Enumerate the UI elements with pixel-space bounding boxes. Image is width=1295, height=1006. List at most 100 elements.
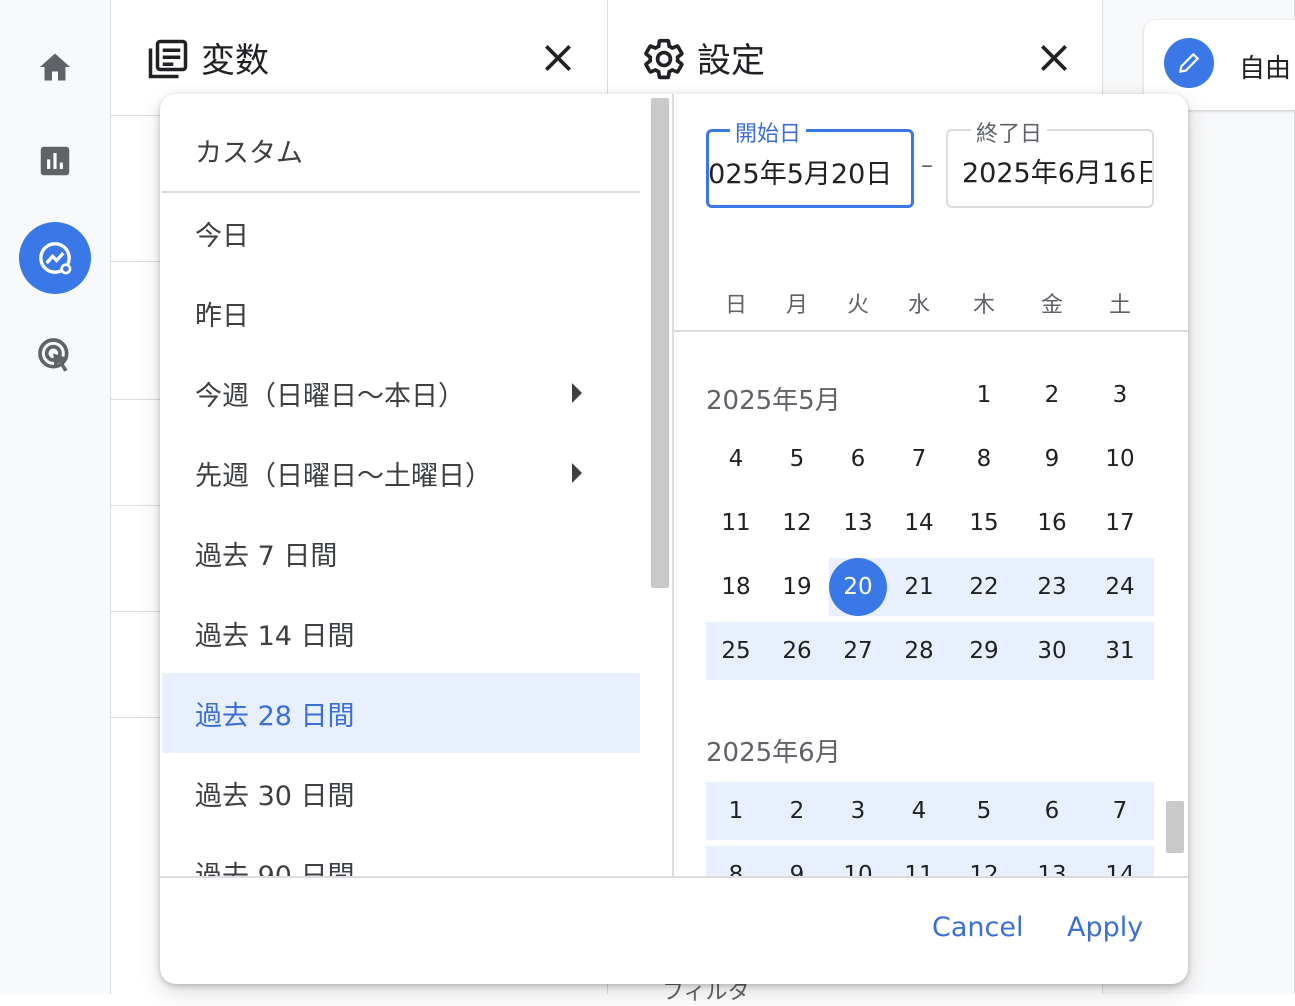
- preset-item[interactable]: 昨日: [162, 273, 640, 353]
- footer-divider: [160, 876, 1188, 878]
- day-cell[interactable]: 3: [829, 782, 887, 840]
- day-cell[interactable]: 16: [1023, 494, 1081, 552]
- advertising-icon[interactable]: [19, 319, 91, 391]
- day-cell[interactable]: 10: [829, 846, 887, 876]
- divider: [111, 611, 161, 612]
- preset-scrollbar[interactable]: [651, 98, 669, 588]
- weekday-header: 金: [1040, 293, 1063, 318]
- weekday-header: 水: [907, 293, 930, 318]
- divider: [111, 717, 161, 718]
- day-cell[interactable]: 1: [707, 782, 765, 840]
- weekday-header: 木: [972, 293, 995, 318]
- weekday-header: 日: [724, 293, 747, 318]
- day-cell[interactable]: 27: [829, 622, 887, 680]
- left-nav-rail: [0, 0, 111, 994]
- day-cell[interactable]: 4: [890, 782, 948, 840]
- day-cell[interactable]: 5: [768, 430, 826, 488]
- freeform-tab-label: 自由: [1239, 54, 1292, 84]
- day-cell[interactable]: 18: [707, 558, 765, 616]
- day-cell[interactable]: 21: [890, 558, 948, 616]
- home-icon[interactable]: [19, 31, 91, 103]
- preset-item[interactable]: 先週（日曜日～土曜日）: [162, 433, 640, 513]
- day-cell[interactable]: 5: [955, 782, 1013, 840]
- month-label: 2025年6月: [706, 738, 841, 768]
- variables-panel-title: 変数: [201, 41, 269, 81]
- calendar-column: 2025年5月20日 開始日 – 2025年6月16日 終了日 日 月 火 水 木 金 土 2…: [674, 94, 1188, 876]
- day-cell[interactable]: 2: [1023, 366, 1081, 424]
- day-cell[interactable]: 8: [707, 846, 765, 876]
- calendar-scrollbar[interactable]: [1166, 801, 1184, 853]
- day-cell[interactable]: 3: [1091, 366, 1149, 424]
- preset-item[interactable]: 過去 30 日間: [162, 753, 640, 833]
- day-cell[interactable]: 15: [955, 494, 1013, 552]
- preset-label: カスタム: [195, 137, 303, 169]
- preset-label: 過去 30 日間: [195, 780, 355, 812]
- day-cell[interactable]: 6: [829, 430, 887, 488]
- submenu-arrow-icon: [572, 463, 582, 483]
- reports-icon[interactable]: [19, 125, 91, 197]
- variables-list-icon: [147, 38, 189, 84]
- preset-list: カスタム今日昨日今週（日曜日～本日） 先週（日曜日～土曜日） 過去 7 日間過去 1…: [160, 94, 640, 876]
- preset-label: 先週（日曜日～土曜日）: [195, 460, 492, 492]
- pencil-icon: [1164, 38, 1214, 88]
- day-cell[interactable]: 12: [955, 846, 1013, 876]
- day-cell[interactable]: 6: [1023, 782, 1081, 840]
- day-cell[interactable]: 4: [707, 430, 765, 488]
- day-cell[interactable]: 1: [955, 366, 1013, 424]
- apply-button[interactable]: Apply: [1067, 912, 1143, 943]
- preset-item[interactable]: 過去 90 日間: [162, 833, 640, 877]
- start-date-legend: 開始日: [730, 116, 807, 148]
- preset-label: 過去 28 日間: [195, 700, 355, 732]
- start-date-value[interactable]: 2025年5月20日: [709, 152, 892, 191]
- day-cell[interactable]: 9: [1023, 430, 1081, 488]
- end-date-legend: 終了日: [971, 116, 1048, 148]
- day-cell[interactable]: 26: [768, 622, 826, 680]
- preset-label: 今週（日曜日～本日）: [195, 380, 465, 412]
- close-variables-icon[interactable]: [538, 38, 578, 78]
- day-cell[interactable]: 17: [1091, 494, 1149, 552]
- day-cell[interactable]: 23: [1023, 558, 1081, 616]
- day-cell[interactable]: 29: [955, 622, 1013, 680]
- explore-icon[interactable]: [19, 222, 91, 294]
- preset-label: 昨日: [195, 300, 249, 332]
- day-cell[interactable]: 31: [1091, 622, 1149, 680]
- day-cell[interactable]: 14: [890, 494, 948, 552]
- weekday-header: 土: [1108, 293, 1131, 318]
- preset-label: 過去 90 日間: [195, 860, 355, 877]
- submenu-arrow-icon: [572, 383, 582, 403]
- day-cell[interactable]: 2: [768, 782, 826, 840]
- day-cell[interactable]: 24: [1091, 558, 1149, 616]
- preset-custom[interactable]: カスタム: [162, 110, 640, 190]
- preset-item[interactable]: 過去 28 日間: [162, 673, 640, 753]
- divider: [111, 115, 161, 116]
- gear-icon: [642, 37, 686, 85]
- day-cell[interactable]: 14: [1091, 846, 1149, 876]
- preset-item[interactable]: 過去 14 日間: [162, 593, 640, 673]
- day-cell[interactable]: 12: [768, 494, 826, 552]
- day-cell[interactable]: 9: [768, 846, 826, 876]
- day-cell[interactable]: 13: [1023, 846, 1081, 876]
- day-cell[interactable]: 22: [955, 558, 1013, 616]
- preset-item[interactable]: 今日: [162, 193, 640, 273]
- day-cell-selected[interactable]: 20: [829, 558, 887, 616]
- weekday-divider: [674, 330, 1188, 332]
- day-cell[interactable]: 13: [829, 494, 887, 552]
- preset-label: 過去 14 日間: [195, 620, 355, 652]
- day-cell[interactable]: 25: [707, 622, 765, 680]
- date-separator: –: [921, 151, 933, 179]
- day-cell[interactable]: 7: [890, 430, 948, 488]
- preset-item[interactable]: 過去 7 日間: [162, 513, 640, 593]
- close-settings-icon[interactable]: [1034, 38, 1074, 78]
- day-cell[interactable]: 30: [1023, 622, 1081, 680]
- cancel-button[interactable]: Cancel: [932, 912, 1023, 943]
- day-cell[interactable]: 7: [1091, 782, 1149, 840]
- day-cell[interactable]: 8: [955, 430, 1013, 488]
- date-range-picker: カスタム今日昨日今週（日曜日～本日） 先週（日曜日～土曜日） 過去 7 日間過去 1…: [160, 94, 1188, 984]
- preset-item[interactable]: 今週（日曜日～本日）: [162, 353, 640, 433]
- day-cell[interactable]: 10: [1091, 430, 1149, 488]
- day-cell[interactable]: 11: [707, 494, 765, 552]
- day-cell[interactable]: 11: [890, 846, 948, 876]
- day-cell[interactable]: 28: [890, 622, 948, 680]
- day-cell[interactable]: 19: [768, 558, 826, 616]
- end-date-value[interactable]: 2025年6月16日: [962, 151, 1152, 190]
